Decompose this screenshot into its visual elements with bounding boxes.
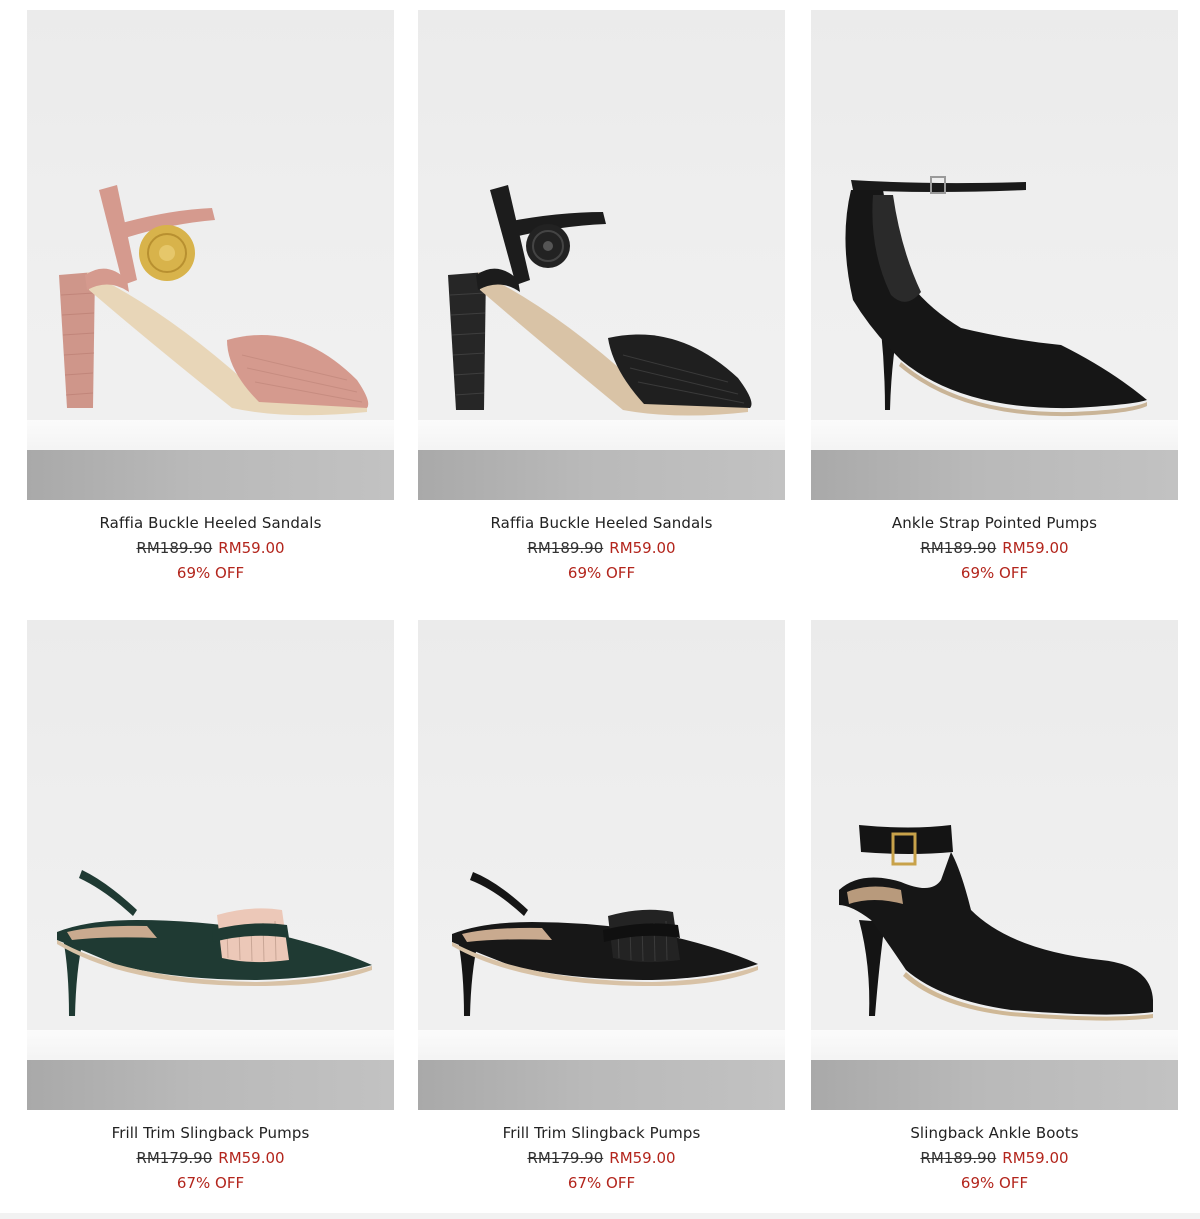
product-image[interactable] <box>418 620 785 1110</box>
ankle-strap-pump-image <box>845 176 1147 417</box>
original-price: RM189.90 <box>136 539 213 557</box>
original-price: RM179.90 <box>136 1149 213 1167</box>
discount-label: 69% OFF <box>176 564 245 582</box>
raffia-sandal-pink-image <box>59 185 369 416</box>
sale-price: RM59.00 <box>218 539 285 557</box>
product-name[interactable]: Raffia Buckle Heeled Sandals <box>418 511 785 536</box>
product-image[interactable] <box>418 10 785 500</box>
product-image[interactable] <box>811 620 1178 1110</box>
frill-slingback-green-image <box>57 870 372 1016</box>
sale-price: RM59.00 <box>1002 1149 1069 1167</box>
sale-price: RM59.00 <box>1002 539 1069 557</box>
discount-label: 69% OFF <box>960 1174 1029 1192</box>
discount-label: 69% OFF <box>960 564 1029 582</box>
original-price: RM189.90 <box>920 539 997 557</box>
discount-label: 67% OFF <box>567 1174 636 1192</box>
product-card[interactable]: Raffia Buckle Heeled Sandals RM189.90 RM5… <box>27 10 394 586</box>
product-card[interactable]: Frill Trim Slingback Pumps RM179.90 RM59.… <box>418 620 785 1196</box>
sale-price: RM59.00 <box>218 1149 285 1167</box>
product-name[interactable]: Slingback Ankle Boots <box>811 1121 1178 1146</box>
product-image[interactable] <box>27 620 394 1110</box>
product-name[interactable]: Frill Trim Slingback Pumps <box>418 1121 785 1146</box>
product-name[interactable]: Ankle Strap Pointed Pumps <box>811 511 1178 536</box>
sale-price: RM59.00 <box>609 539 676 557</box>
discount-label: 69% OFF <box>567 564 636 582</box>
raffia-sandal-black-image <box>448 185 752 416</box>
original-price: RM189.90 <box>920 1149 997 1167</box>
discount-label: 67% OFF <box>176 1174 245 1192</box>
product-grid: Raffia Buckle Heeled Sandals RM189.90 RM5… <box>0 0 1200 1219</box>
product-card[interactable]: Slingback Ankle Boots RM189.90 RM59.00 69… <box>811 620 1178 1196</box>
product-card[interactable]: Raffia Buckle Heeled Sandals RM189.90 RM5… <box>418 10 785 586</box>
product-card[interactable]: Ankle Strap Pointed Pumps RM189.90 RM59.0… <box>811 10 1178 586</box>
original-price: RM179.90 <box>527 1149 604 1167</box>
slingback-ankle-boot-image <box>839 825 1153 1021</box>
product-image[interactable] <box>27 10 394 500</box>
original-price: RM189.90 <box>527 539 604 557</box>
frill-slingback-black-image <box>452 872 758 1016</box>
product-name[interactable]: Raffia Buckle Heeled Sandals <box>27 511 394 536</box>
page-bottom-divider <box>0 1213 1200 1219</box>
product-image[interactable] <box>811 10 1178 500</box>
product-name[interactable]: Frill Trim Slingback Pumps <box>27 1121 394 1146</box>
sale-price: RM59.00 <box>609 1149 676 1167</box>
product-card[interactable]: Frill Trim Slingback Pumps RM179.90 RM59.… <box>27 620 394 1196</box>
